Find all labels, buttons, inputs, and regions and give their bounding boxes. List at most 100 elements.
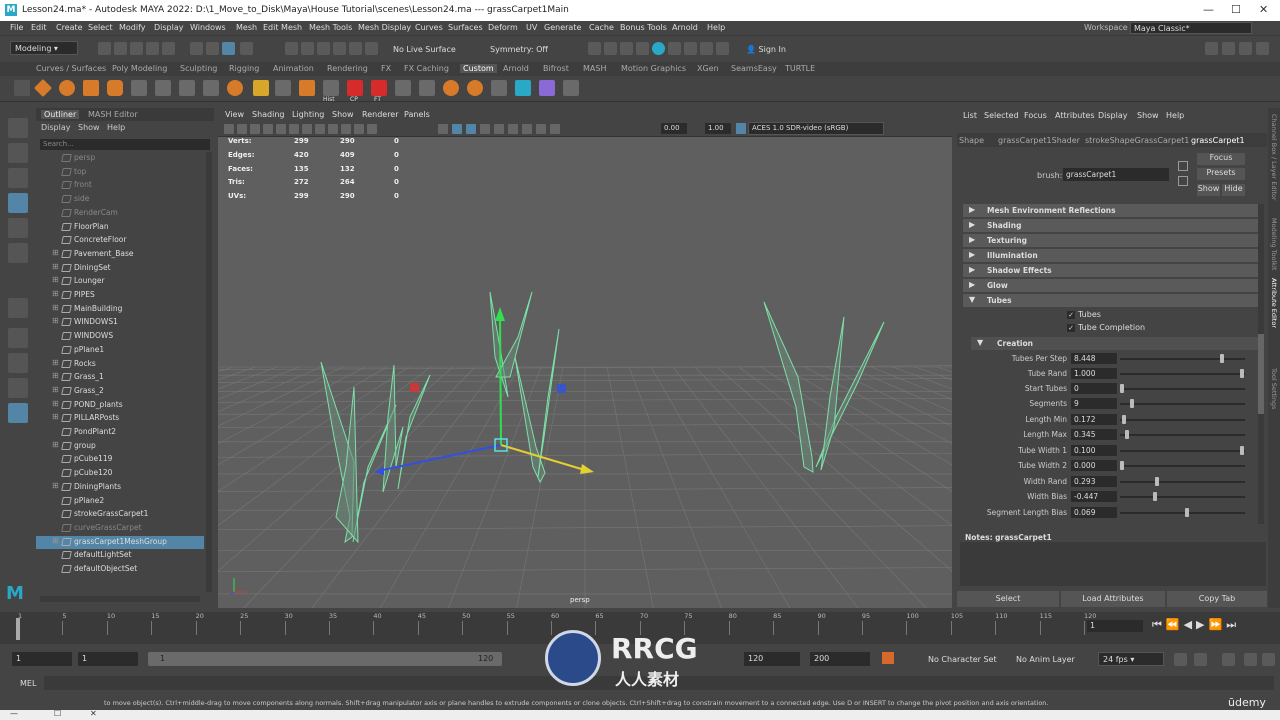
shelf-soccer-icon[interactable]: [227, 80, 243, 96]
attr-menu-selected[interactable]: Selected: [984, 111, 1019, 120]
shelf-plane-icon[interactable]: [131, 80, 147, 96]
outliner-item[interactable]: defaultLightSet: [36, 549, 204, 562]
close-icon[interactable]: ✕: [1259, 3, 1268, 16]
field-value-input[interactable]: 0.172: [1071, 414, 1117, 425]
section-illumination[interactable]: ▶ Illumination: [963, 249, 1259, 262]
maximize-icon[interactable]: ☐: [1231, 3, 1241, 16]
field-value-input[interactable]: 0.345: [1071, 429, 1117, 440]
select-mask-icon[interactable]: [240, 42, 253, 55]
shelf-move-icon[interactable]: [515, 80, 531, 96]
menu-help[interactable]: Help: [707, 23, 725, 32]
gamma-field[interactable]: 1.00: [705, 123, 731, 134]
outliner-item[interactable]: ⊞ DiningPlants: [36, 481, 204, 494]
scale-tool-icon[interactable]: [8, 243, 28, 263]
render-sequence-icon[interactable]: [684, 42, 697, 55]
shelf-mirror-icon[interactable]: [419, 80, 435, 96]
live-surface-label[interactable]: No Live Surface: [393, 45, 456, 54]
slider-track[interactable]: [1120, 403, 1245, 405]
menu-arnold[interactable]: Arnold: [672, 23, 698, 32]
film-gate-icon[interactable]: [237, 124, 247, 134]
rotate-tool-icon[interactable]: [8, 218, 28, 238]
section-texturing[interactable]: ▶ Texturing: [963, 234, 1259, 247]
shelf-sphere-icon[interactable]: [59, 80, 75, 96]
outliner-item[interactable]: front: [36, 179, 204, 192]
outliner-item[interactable]: RenderCam: [36, 207, 204, 220]
textured-icon[interactable]: [315, 124, 325, 134]
select-tool-icon[interactable]: [8, 118, 28, 138]
expand-icon[interactable]: ⊞: [52, 316, 59, 325]
section-shading[interactable]: ▶ Shading: [963, 219, 1259, 232]
outliner-item[interactable]: strokeGrassCarpet1: [36, 508, 204, 521]
menu-select[interactable]: Select: [88, 23, 113, 32]
ipr-render-icon[interactable]: [604, 42, 617, 55]
field-value-input[interactable]: 0.069: [1071, 507, 1117, 518]
animation-end-field[interactable]: 200: [810, 652, 870, 666]
slider-track[interactable]: [1120, 450, 1245, 452]
presets-button[interactable]: Presets: [1197, 168, 1245, 180]
field-value-input[interactable]: 0.293: [1071, 476, 1117, 487]
shelf-tab-xgen[interactable]: XGen: [697, 64, 719, 73]
snap-curve-icon[interactable]: [301, 42, 314, 55]
shelf-box-icon[interactable]: [83, 80, 99, 96]
viewport-panel[interactable]: View Shading Lighting Show Renderer Panels 0.…: [218, 108, 952, 608]
side-tab[interactable]: Modeling Toolkit: [1270, 218, 1278, 270]
hypershade-icon[interactable]: [636, 42, 649, 55]
render-frame-icon[interactable]: [588, 42, 601, 55]
field-value-input[interactable]: 1.000: [1071, 368, 1117, 379]
xray-icon[interactable]: [452, 124, 462, 134]
shelf-smooth-icon[interactable]: [467, 80, 483, 96]
paint-select-tool-icon[interactable]: [8, 168, 28, 188]
slider-handle[interactable]: [1220, 354, 1225, 363]
section-mesh-environment-reflections[interactable]: ▶ Mesh Environment Reflections: [963, 204, 1259, 217]
field-chart-icon[interactable]: [536, 124, 546, 134]
outliner-menu-help[interactable]: Help: [107, 123, 125, 132]
persp-outliner-icon[interactable]: [8, 378, 28, 398]
slider-handle[interactable]: [1129, 399, 1134, 408]
shelf-torus-icon[interactable]: [155, 80, 171, 96]
slider-track[interactable]: [1120, 481, 1245, 483]
slider-track[interactable]: [1120, 388, 1245, 390]
anim-layer-dropdown[interactable]: No Anim Layer: [1016, 655, 1075, 664]
resolution-gate-icon[interactable]: [508, 124, 518, 134]
slider-track[interactable]: [1120, 373, 1245, 375]
expand-icon[interactable]: ⊞: [52, 399, 59, 408]
layout-icon[interactable]: [8, 403, 28, 423]
outliner-item[interactable]: ⊞ group: [36, 440, 204, 453]
outliner-item[interactable]: ⊞ Rocks: [36, 358, 204, 371]
mel-label[interactable]: MEL: [20, 679, 36, 688]
outliner-item[interactable]: defaultObjectSet: [36, 563, 204, 576]
color-mgmt-icon[interactable]: [550, 124, 560, 134]
expand-icon[interactable]: ⊞: [52, 371, 59, 380]
slider-handle[interactable]: [1155, 477, 1160, 486]
slider-track[interactable]: [1120, 358, 1245, 360]
outliner-item[interactable]: pCube119: [36, 453, 204, 466]
attribute-scrollbar[interactable]: [1258, 204, 1264, 524]
menu-deform[interactable]: Deform: [488, 23, 518, 32]
menu-surfaces[interactable]: Surfaces: [448, 23, 483, 32]
viewport-menu-shading[interactable]: Shading: [252, 110, 285, 119]
shelf-tab-bifrost[interactable]: Bifrost: [543, 64, 569, 73]
character-set-dropdown[interactable]: No Character Set: [928, 655, 997, 664]
viewport-menu-renderer[interactable]: Renderer: [362, 110, 399, 119]
outliner-menu-show[interactable]: Show: [78, 123, 100, 132]
shelf-star-icon[interactable]: [253, 80, 269, 96]
four-view-icon[interactable]: [8, 353, 28, 373]
attribute-scrollbar-thumb[interactable]: [1258, 334, 1264, 414]
shelf-flat-icon[interactable]: [275, 80, 291, 96]
field-value-input[interactable]: 8.448: [1071, 353, 1117, 364]
fps-dropdown[interactable]: 24 fps ▾: [1098, 652, 1164, 666]
snap-grid-icon[interactable]: [285, 42, 298, 55]
safe-title-icon[interactable]: [522, 124, 532, 134]
outliner-item[interactable]: pPlane2: [36, 495, 204, 508]
render-settings-icon[interactable]: [620, 42, 633, 55]
slider-track[interactable]: [1120, 419, 1245, 421]
shelf-combine-icon[interactable]: [203, 80, 219, 96]
shelf-grid-icon[interactable]: [179, 80, 195, 96]
attr-menu-focus[interactable]: Focus: [1024, 111, 1047, 120]
slider-track[interactable]: [1120, 496, 1245, 498]
shelf-tab-rigging[interactable]: Rigging: [229, 64, 259, 73]
shelf-history-icon[interactable]: Hist: [323, 80, 339, 103]
snap-point-icon[interactable]: [317, 42, 330, 55]
ao-icon[interactable]: [354, 124, 364, 134]
section-glow[interactable]: ▶ Glow: [963, 279, 1259, 292]
